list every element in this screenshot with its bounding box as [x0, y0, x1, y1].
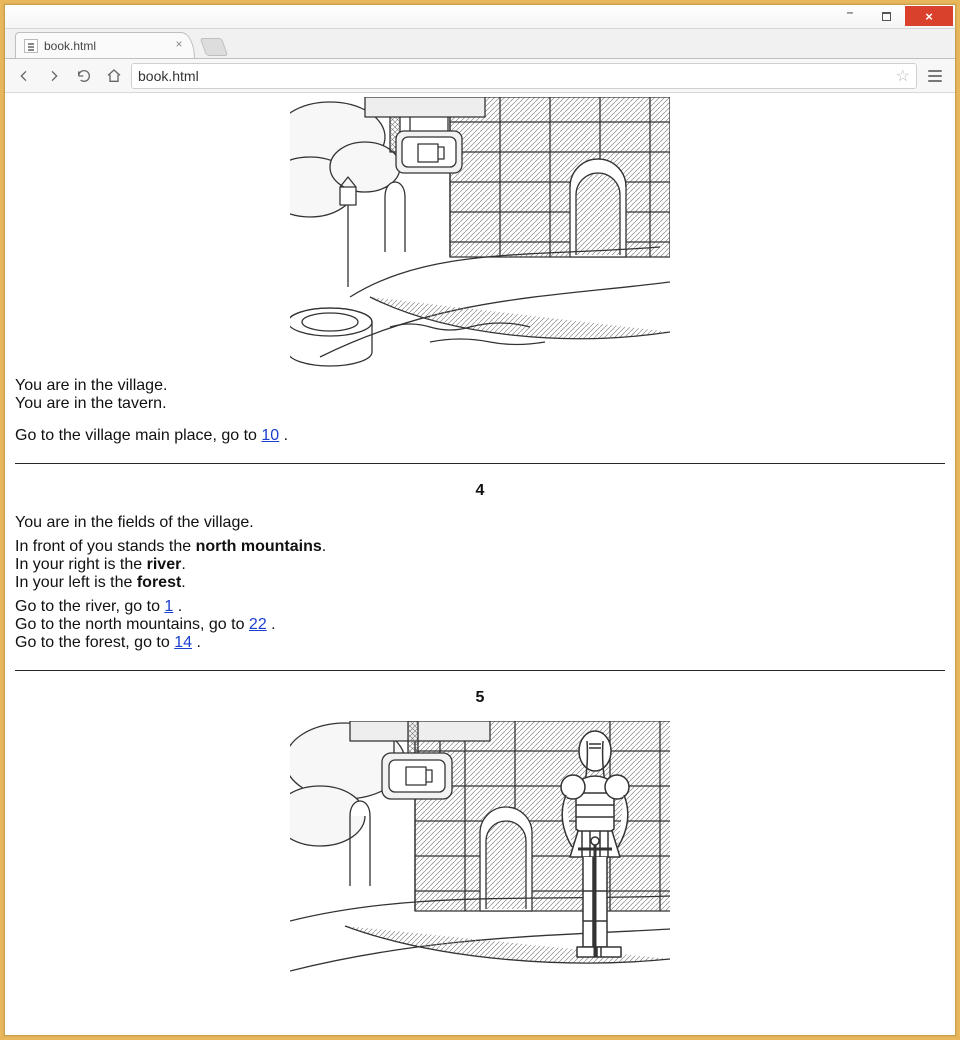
choice-line: Go to the river, go to 1 . — [15, 598, 945, 616]
close-button[interactable]: × — [905, 6, 953, 26]
browser-toolbar: book.html ☆ — [5, 59, 955, 93]
browser-window: – × book.html × book.html ☆ — [4, 4, 956, 1036]
section-4-description: In front of you stands the north mountai… — [15, 538, 945, 592]
choice-line: Go to the forest, go to 14 . — [15, 634, 945, 652]
arrow-left-icon — [16, 68, 32, 84]
goto-link-14[interactable]: 14 — [174, 634, 192, 651]
maximize-icon — [882, 12, 891, 21]
knight-illustration — [290, 721, 670, 981]
text-line: You are in the tavern. — [15, 395, 945, 413]
choice-suffix: . — [279, 427, 288, 444]
forward-button[interactable] — [41, 63, 67, 89]
text-line: You are in the fields of the village. — [15, 514, 945, 532]
section-divider — [15, 463, 945, 464]
section-3-choice: Go to the village main place, go to 10 . — [15, 427, 945, 445]
reload-button[interactable] — [71, 63, 97, 89]
home-icon — [106, 68, 122, 84]
bookmark-star-icon[interactable]: ☆ — [896, 66, 910, 86]
new-tab-button[interactable] — [200, 38, 229, 56]
file-icon — [24, 39, 38, 53]
section-4-intro: You are in the fields of the village. — [15, 514, 945, 532]
goto-link-1[interactable]: 1 — [164, 598, 173, 615]
text-line: In your left is the forest. — [15, 574, 945, 592]
section-5-heading: 5 — [15, 689, 945, 707]
hamburger-icon — [928, 75, 942, 77]
choice-text: Go to the village main place, go to — [15, 427, 261, 444]
minimize-icon: – — [847, 5, 854, 19]
goto-link-10[interactable]: 10 — [261, 427, 279, 444]
maximize-button[interactable] — [869, 6, 903, 26]
reload-icon — [76, 68, 92, 84]
goto-link-22[interactable]: 22 — [249, 616, 267, 633]
content-area: You are in the village. You are in the t… — [5, 93, 955, 1035]
text-line: In front of you stands the north mountai… — [15, 538, 945, 556]
page-scroll[interactable]: You are in the village. You are in the t… — [5, 93, 955, 1035]
choice-line: Go to the north mountains, go to 22 . — [15, 616, 945, 634]
section-4-choices: Go to the river, go to 1 . Go to the nor… — [15, 598, 945, 652]
section-3-location: You are in the village. You are in the t… — [15, 377, 945, 413]
minimize-button[interactable]: – — [833, 6, 867, 26]
menu-button[interactable] — [921, 63, 949, 89]
window-titlebar: – × — [5, 5, 955, 29]
document-body: You are in the village. You are in the t… — [5, 93, 955, 1011]
tavern-illustration — [290, 97, 670, 367]
back-button[interactable] — [11, 63, 37, 89]
home-button[interactable] — [101, 63, 127, 89]
tab-title: book.html — [44, 39, 96, 53]
close-icon: × — [925, 9, 933, 24]
text-line: You are in the village. — [15, 377, 945, 395]
text-line: In your right is the river. — [15, 556, 945, 574]
tab-strip: book.html × — [5, 29, 955, 59]
url-text: book.html — [138, 68, 896, 84]
arrow-right-icon — [46, 68, 62, 84]
section-4-heading: 4 — [15, 482, 945, 500]
tab-close-icon[interactable]: × — [172, 38, 186, 52]
address-bar[interactable]: book.html ☆ — [131, 63, 917, 89]
section-divider — [15, 670, 945, 671]
tab-book[interactable]: book.html × — [15, 32, 195, 58]
